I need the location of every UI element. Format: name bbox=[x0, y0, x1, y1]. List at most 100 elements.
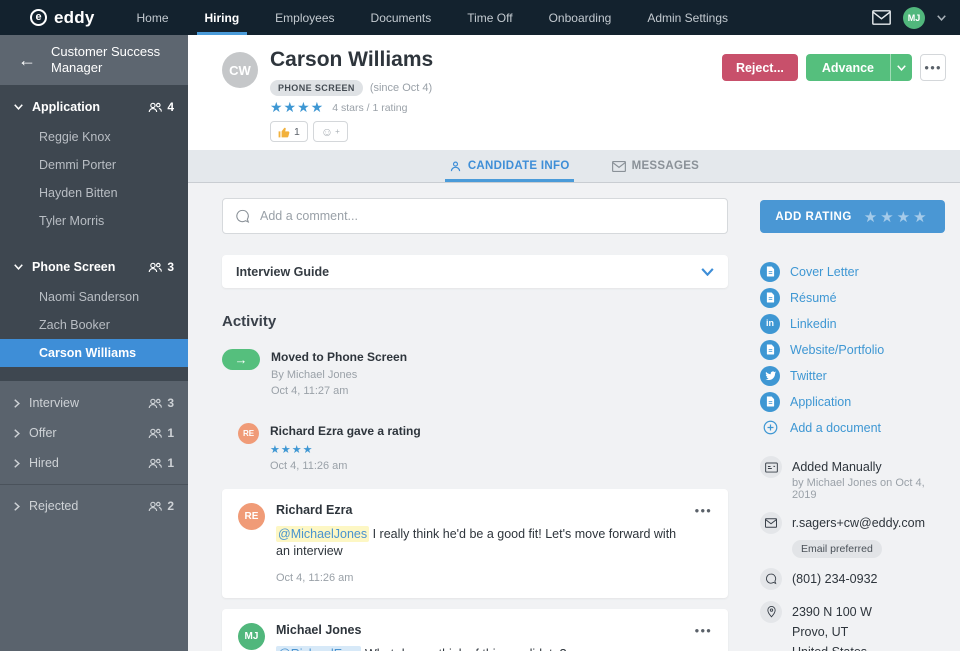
link-label: Application bbox=[790, 394, 852, 409]
interview-guide-label: Interview Guide bbox=[236, 264, 330, 279]
sidebar-item-candidate[interactable]: Hayden Bitten bbox=[0, 179, 188, 207]
comment-body: Michael Jones @RichardEzra What do you t… bbox=[276, 623, 684, 651]
phone-value[interactable]: (801) 234-0932 bbox=[792, 568, 877, 590]
info-row-address: 2390 N 100 W Provo, UT United States bbox=[760, 600, 945, 651]
chevron-right-icon bbox=[14, 428, 20, 438]
plus-circle-icon bbox=[760, 418, 780, 438]
people-icon bbox=[148, 102, 163, 112]
link-twitter[interactable]: Twitter bbox=[760, 363, 945, 388]
nav-item-time-off[interactable]: Time Off bbox=[449, 0, 530, 35]
sidebar-item-candidate-selected[interactable]: Carson Williams bbox=[0, 339, 188, 367]
mail-icon[interactable] bbox=[872, 10, 891, 25]
address-block: 2390 N 100 W Provo, UT United States bbox=[792, 601, 872, 651]
nav-item-home[interactable]: Home bbox=[118, 0, 186, 35]
sidebar-section-interview[interactable]: Interview 3 bbox=[0, 388, 188, 418]
sidebar-section-rejected[interactable]: Rejected 2 bbox=[0, 491, 188, 521]
link-resume[interactable]: Résumé bbox=[760, 285, 945, 310]
stage-since: (since Oct 4) bbox=[369, 82, 433, 94]
comment-card: RE Richard Ezra @MichaelJones I really t… bbox=[222, 488, 728, 598]
add-reaction-button[interactable]: ☺ + bbox=[312, 121, 348, 142]
sidebar-section-offer[interactable]: Offer 1 bbox=[0, 418, 188, 448]
comment-text: @RichardEzra What do you think of this c… bbox=[276, 645, 684, 651]
mention-link[interactable]: @RichardEzra bbox=[276, 645, 362, 651]
candidate-name: Carson Williams bbox=[270, 48, 434, 71]
activity-heading: Richard Ezra gave a rating bbox=[270, 424, 421, 439]
add-rating-stars[interactable]: ★★★★ bbox=[864, 208, 930, 226]
sidebar-item-candidate[interactable]: Tyler Morris bbox=[0, 207, 188, 235]
sidebar-item-candidate[interactable]: Zach Booker bbox=[0, 311, 188, 339]
more-actions-button[interactable]: ●●● bbox=[920, 54, 946, 81]
user-menu-chevron-icon[interactable] bbox=[937, 14, 946, 21]
reject-button[interactable]: Reject... bbox=[721, 54, 798, 81]
link-label: Add a document bbox=[790, 420, 882, 435]
section-label: Rejected bbox=[29, 499, 79, 513]
nav-item-documents[interactable]: Documents bbox=[353, 0, 450, 35]
link-website-portfolio[interactable]: Website/Portfolio bbox=[760, 337, 945, 362]
activity-title: Activity bbox=[222, 313, 277, 330]
section-count-value: 4 bbox=[167, 100, 174, 114]
section-label: Hired bbox=[29, 456, 59, 470]
rating-summary: 4 stars / 1 rating bbox=[332, 101, 408, 114]
link-application[interactable]: Application bbox=[760, 389, 945, 414]
link-linkedin[interactable]: in Linkedin bbox=[760, 311, 945, 336]
advance-button[interactable]: Advance bbox=[805, 54, 890, 81]
document-links: Cover Letter Résumé in Linkedin Website/… bbox=[760, 259, 945, 440]
info-row-source: Added Manually by Michael Jones on Oct 4… bbox=[760, 456, 945, 501]
sidebar-section-application[interactable]: Application 4 bbox=[0, 91, 188, 123]
link-add-document[interactable]: Add a document bbox=[760, 415, 945, 440]
person-icon bbox=[450, 161, 460, 171]
sidebar-item-candidate[interactable]: Reggie Knox bbox=[0, 123, 188, 151]
comment-author: Richard Ezra bbox=[276, 502, 353, 517]
location-pin-icon bbox=[760, 600, 782, 623]
user-avatar[interactable]: MJ bbox=[903, 6, 925, 29]
reactions-row: 1 ☺ + bbox=[270, 121, 348, 142]
section-label: Phone Screen bbox=[32, 260, 116, 274]
nav-item-hiring[interactable]: Hiring bbox=[187, 0, 258, 35]
eddy-logo-text: eddy bbox=[54, 7, 95, 27]
chevron-down-icon[interactable] bbox=[701, 267, 714, 276]
link-label: Résumé bbox=[790, 290, 837, 305]
sidebar-item-candidate[interactable]: Naomi Sanderson bbox=[0, 283, 188, 311]
email-value[interactable]: r.sagers+cw@eddy.com bbox=[792, 512, 925, 534]
details-column: ADD RATING ★★★★ Cover Letter Résumé in L… bbox=[760, 200, 945, 651]
rating-stars[interactable]: ★★★★ bbox=[270, 99, 324, 116]
sidebar-section-hired[interactable]: Hired 1 bbox=[0, 448, 188, 478]
comment-author: Michael Jones bbox=[276, 622, 362, 637]
comment-menu-button[interactable]: ●●● bbox=[695, 506, 713, 515]
tab-messages[interactable]: MESSAGES bbox=[611, 150, 700, 182]
mention-link[interactable]: @MichaelJones bbox=[276, 525, 370, 542]
top-nav: e eddy Home Hiring Employees Documents T… bbox=[0, 0, 960, 35]
avatar: RE bbox=[238, 423, 259, 445]
avatar: MJ bbox=[238, 622, 265, 650]
link-cover-letter[interactable]: Cover Letter bbox=[760, 259, 945, 284]
eddy-logo[interactable]: e eddy bbox=[0, 8, 104, 28]
comment-menu-button[interactable]: ●●● bbox=[695, 626, 713, 635]
chevron-down-icon bbox=[14, 104, 23, 110]
nav-item-employees[interactable]: Employees bbox=[257, 0, 352, 35]
advance-dropdown-chevron-icon[interactable] bbox=[890, 54, 912, 81]
twitter-icon bbox=[760, 365, 780, 386]
address-line-3: United States bbox=[792, 641, 872, 651]
candidate-avatar: CW bbox=[222, 52, 258, 88]
nav-item-admin-settings[interactable]: Admin Settings bbox=[629, 0, 746, 35]
smiley-plus-icon: ☺ bbox=[320, 124, 334, 139]
activity-rating-stars: ★★★★ bbox=[270, 443, 314, 456]
section-label: Offer bbox=[29, 426, 57, 440]
section-label: Interview bbox=[29, 396, 80, 410]
comment-text-rest: What do you think of this candidate? bbox=[361, 647, 567, 651]
interview-guide-panel[interactable]: Interview Guide bbox=[222, 255, 728, 288]
stage-row: PHONE SCREEN (since Oct 4) bbox=[270, 80, 432, 96]
people-icon bbox=[148, 262, 163, 272]
sidebar-section-phone-screen[interactable]: Phone Screen 3 bbox=[0, 251, 188, 283]
activity-item-rating: RE Richard Ezra gave a rating ★★★★ Oct 4… bbox=[222, 423, 728, 474]
tab-candidate-info[interactable]: CANDIDATE INFO bbox=[444, 150, 574, 182]
comment-input[interactable] bbox=[260, 209, 715, 223]
nav-item-onboarding[interactable]: Onboarding bbox=[531, 0, 630, 35]
back-arrow-icon[interactable]: ← bbox=[18, 51, 36, 69]
main-area: CW Carson Williams PHONE SCREEN (since O… bbox=[188, 35, 960, 651]
activity-by: By Michael Jones bbox=[271, 369, 358, 382]
sidebar-item-candidate[interactable]: Demmi Porter bbox=[0, 151, 188, 179]
thumbs-up-reaction-button[interactable]: 1 bbox=[270, 121, 308, 142]
add-rating-button[interactable]: ADD RATING ★★★★ bbox=[760, 200, 945, 233]
content-area: Interview Guide Activity → Moved to Phon… bbox=[188, 183, 960, 651]
